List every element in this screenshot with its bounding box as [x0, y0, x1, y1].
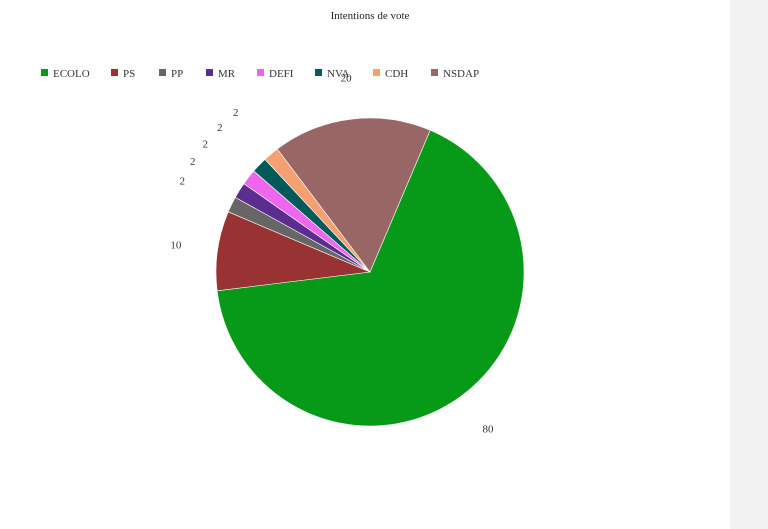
legend-label-mr: MR — [218, 68, 236, 80]
value-label-pp: 2 — [179, 175, 185, 187]
value-label-defi: 2 — [203, 138, 209, 150]
legend-swatch-nva — [315, 69, 322, 76]
legend-label-nsdap: NSDAP — [443, 68, 479, 80]
pie-slices — [215, 117, 525, 427]
value-label-nsdap: 20 — [341, 73, 353, 85]
value-label-nva: 2 — [217, 122, 223, 134]
legend-label-ps: PS — [123, 68, 135, 80]
value-label-ecolo: 80 — [483, 424, 495, 436]
legend-label-defi: DEFI — [269, 68, 294, 80]
legend-label-ecolo: ECOLO — [53, 68, 90, 80]
pie-chart: Intentions de vote ECOLO PS PP MR DEFI NVA CDH… — [41, 10, 525, 436]
legend-label-pp: PP — [171, 68, 183, 80]
value-label-cdh: 2 — [233, 107, 239, 119]
legend-swatch-nsdap — [431, 69, 438, 76]
legend-swatch-pp — [159, 69, 166, 76]
legend-swatch-defi — [257, 69, 264, 76]
legend-swatch-cdh — [373, 69, 380, 76]
value-label-mr: 2 — [190, 156, 196, 168]
value-label-ps: 10 — [170, 240, 182, 252]
legend-label-cdh: CDH — [385, 68, 408, 80]
chart-title: Intentions de vote — [331, 10, 410, 22]
chart-panel: Intentions de vote ECOLO PS PP MR DEFI NVA CDH… — [0, 0, 730, 529]
legend: ECOLO PS PP MR DEFI NVA CDH NSDAP — [41, 68, 479, 80]
legend-swatch-ps — [111, 69, 118, 76]
legend-swatch-mr — [206, 69, 213, 76]
legend-swatch-ecolo — [41, 69, 48, 76]
